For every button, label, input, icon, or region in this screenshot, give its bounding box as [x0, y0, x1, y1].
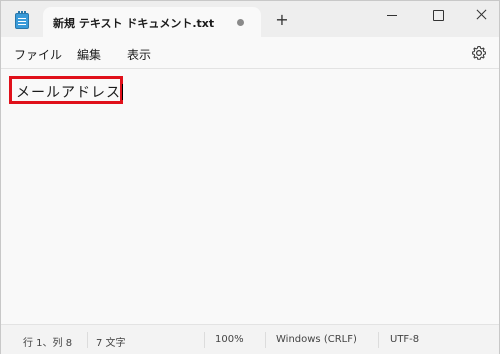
status-divider: [265, 332, 266, 348]
zoom-level[interactable]: 100%: [215, 334, 244, 345]
menu-view[interactable]: 表示: [127, 46, 151, 63]
encoding[interactable]: UTF-8: [390, 334, 419, 345]
editor-text: メールアドレス: [16, 85, 121, 101]
text-caret: [122, 84, 123, 100]
close-button[interactable]: [466, 5, 496, 25]
menu-bar: ファイル 編集 表示: [1, 37, 499, 69]
maximize-button[interactable]: [423, 5, 453, 25]
minimize-button[interactable]: [377, 5, 407, 25]
line-ending[interactable]: Windows (CRLF): [276, 334, 357, 345]
status-divider: [87, 332, 88, 348]
tab-title: 新規 テキスト ドキュメント.txt: [53, 17, 215, 30]
notepad-window: 新規 テキスト ドキュメント.txt + ファイル 編集 表示 メールアドレス …: [0, 0, 500, 354]
text-editor[interactable]: メールアドレス: [1, 70, 499, 324]
tab-document[interactable]: 新規 テキスト ドキュメント.txt: [43, 7, 261, 38]
status-bar: 行 1、列 8 7 文字 100% Windows (CRLF) UTF-8: [1, 324, 499, 354]
cursor-position: 行 1、列 8: [23, 338, 73, 349]
unsaved-dot-icon[interactable]: [237, 19, 244, 26]
title-bar: 新規 テキスト ドキュメント.txt +: [1, 1, 499, 38]
status-divider: [204, 332, 205, 348]
highlighted-text-line[interactable]: メールアドレス: [9, 76, 123, 104]
status-divider: [378, 332, 379, 348]
menu-file[interactable]: ファイル: [14, 46, 62, 63]
gear-icon[interactable]: [471, 45, 487, 61]
menu-edit[interactable]: 編集: [77, 46, 101, 63]
notepad-icon: [15, 11, 29, 29]
char-count: 7 文字: [96, 338, 126, 349]
new-tab-button[interactable]: +: [273, 11, 291, 29]
